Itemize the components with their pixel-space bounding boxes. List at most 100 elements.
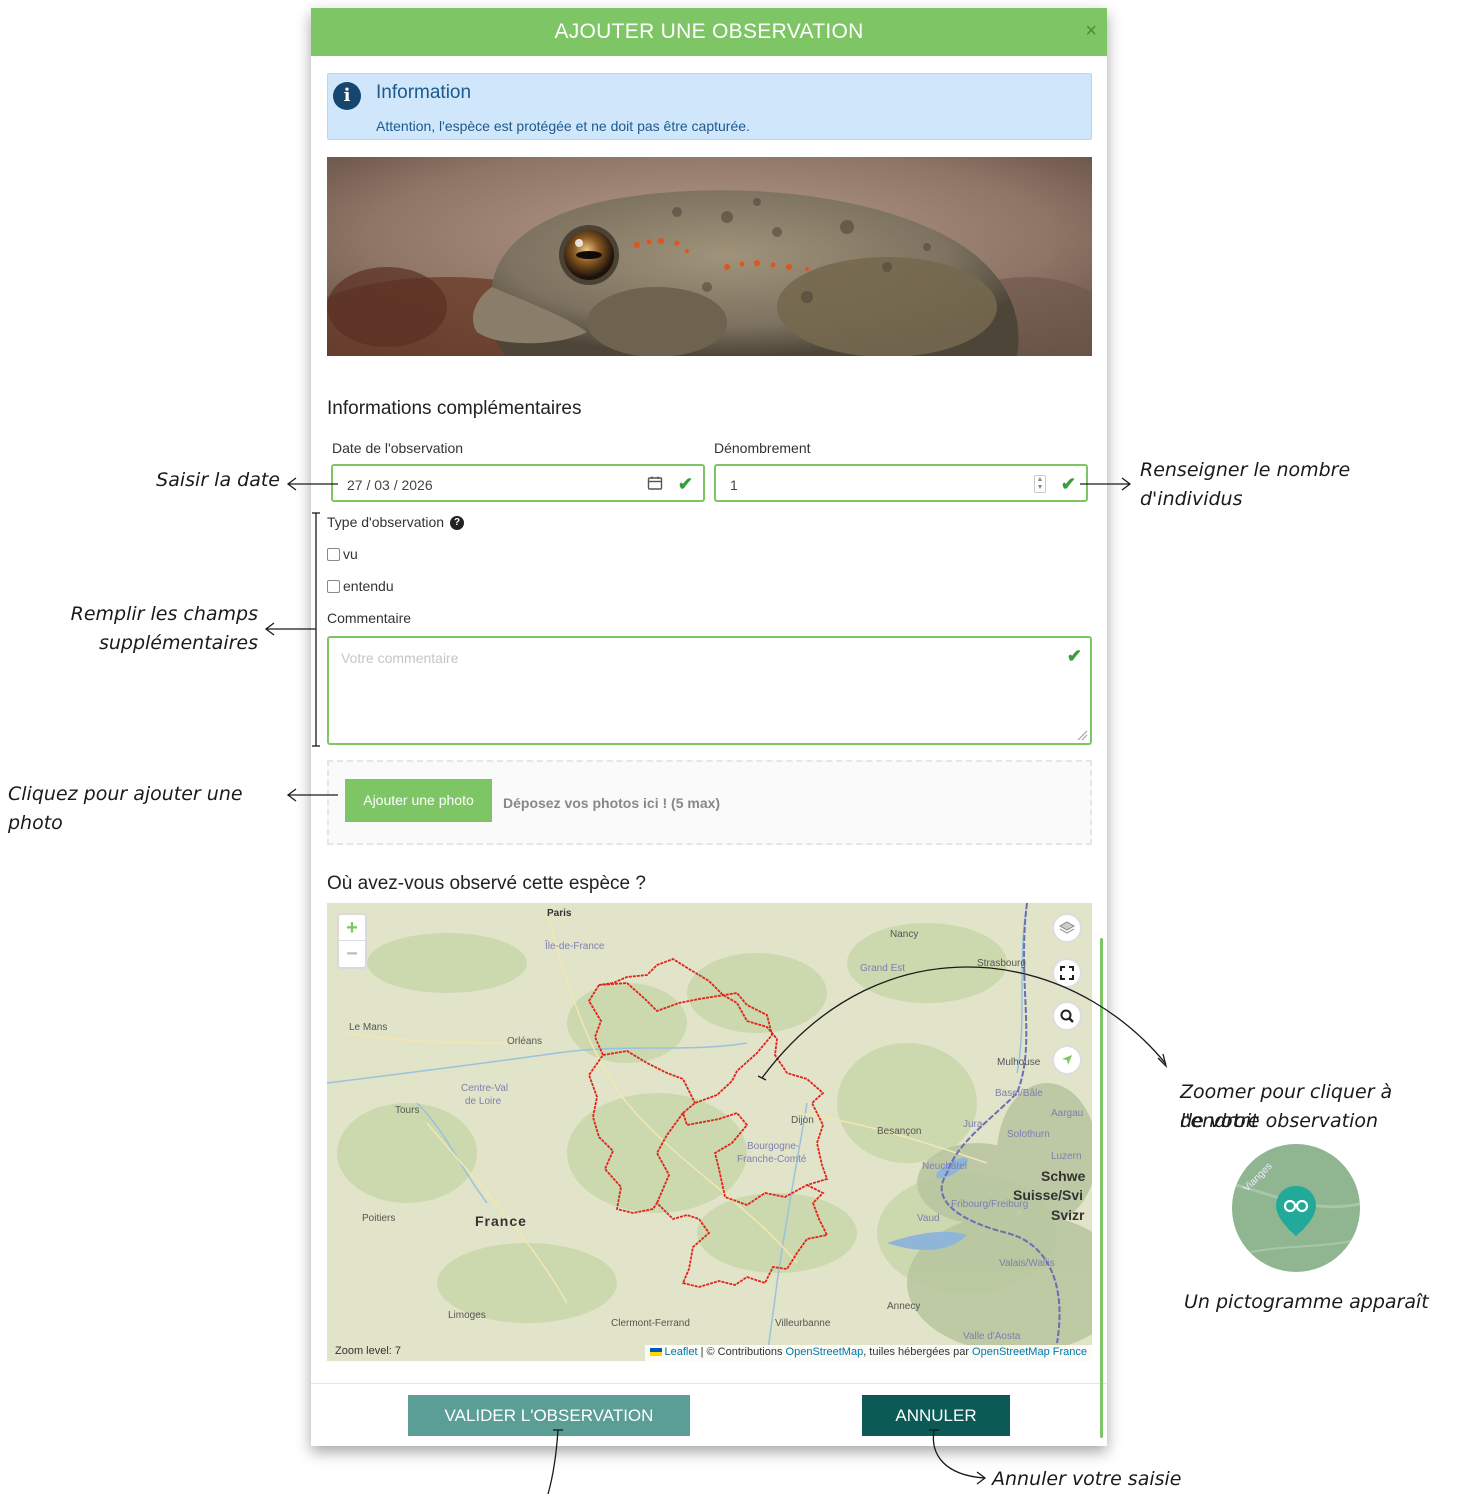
map-label: Centre-Val <box>461 1083 509 1094</box>
map-label: Clermont-Ferrand <box>611 1318 690 1329</box>
map-label: Schwe <box>1041 1168 1086 1184</box>
dropzone-text: Déposez vos photos ici ! (5 max) <box>503 795 721 811</box>
fullscreen-icon[interactable] <box>1052 958 1082 988</box>
map-section-title: Où avez-vous observé cette espèce ? <box>327 873 646 894</box>
map-label: Bourgogne- <box>747 1141 800 1152</box>
annotation-pictogram: Un pictogramme apparaît <box>1184 1291 1429 1313</box>
checkbox-box[interactable] <box>327 579 340 593</box>
map-label: Franche-Comté <box>737 1154 807 1165</box>
map-label: Besançon <box>877 1126 922 1137</box>
map-label: Fribourg/Freiburg <box>951 1199 1029 1210</box>
question-circle-icon[interactable]: ? <box>450 516 465 531</box>
map-label: Vaud <box>917 1213 940 1224</box>
map-label: France <box>475 1213 527 1229</box>
map-label: Valle d'Aosta <box>963 1331 1021 1342</box>
search-icon[interactable] <box>1052 1001 1082 1031</box>
check-icon: ✔ <box>677 474 693 494</box>
attribution-text: | © Contributions <box>697 1346 786 1358</box>
annotation-extra-2: supplémentaires <box>98 632 258 654</box>
close-button[interactable]: × <box>1085 20 1097 43</box>
comment-placeholder: Votre commentaire <box>341 650 459 666</box>
info-text: Attention, l'espèce est protégée et ne d… <box>376 118 750 134</box>
map-label: Orléans <box>507 1036 543 1047</box>
count-value: 1 <box>730 477 738 493</box>
map-label: Limoges <box>448 1310 486 1321</box>
map-label: Tours <box>395 1105 420 1116</box>
calendar-icon[interactable] <box>647 475 663 496</box>
map-label: Le Mans <box>349 1022 388 1033</box>
section-title-extra-info: Informations complémentaires <box>327 398 582 419</box>
validate-observation-button[interactable]: VALIDER L'OBSERVATION <box>408 1395 690 1436</box>
map-label: Svizr <box>1051 1207 1085 1223</box>
comment-textarea[interactable]: Votre commentaire ✔ <box>327 636 1092 745</box>
date-label: Date de l'observation <box>332 440 464 456</box>
zoom-control: + − <box>337 913 367 969</box>
zoom-out-button[interactable]: − <box>339 941 365 967</box>
zoom-level-text: Zoom level: 7 <box>335 1345 402 1357</box>
observation-type-label: Type d'observation? <box>327 514 465 531</box>
map-label: Valais/Wallis <box>999 1258 1055 1269</box>
map-label: Basel/Bâle <box>995 1088 1043 1099</box>
map-label: Luzern <box>1051 1151 1082 1162</box>
ukraine-flag-icon <box>649 1348 662 1357</box>
annotation-count-1: Renseigner le nombre <box>1140 459 1351 481</box>
map-label: Île-de-France <box>545 941 605 952</box>
locate-arrow-icon[interactable] <box>1052 1045 1082 1075</box>
checkbox-vu[interactable]: vu <box>327 546 358 562</box>
map-label: Strasbourg <box>977 958 1026 969</box>
annotation-extra-1: Remplir les champs <box>70 603 258 625</box>
add-observation-modal: AJOUTER UNE OBSERVATION × i Information … <box>311 8 1107 1446</box>
map-label: Paris <box>547 908 572 919</box>
map-label: Villeurbanne <box>775 1318 831 1329</box>
map-label: Annecy <box>887 1301 921 1312</box>
photo-dropzone[interactable]: Ajouter une photo Déposez vos photos ici… <box>327 760 1092 845</box>
count-input[interactable]: 1 ▲ ▼ ✔ <box>714 464 1088 502</box>
modal-title: AJOUTER UNE OBSERVATION <box>554 20 864 43</box>
cancel-button[interactable]: ANNULER <box>862 1395 1010 1436</box>
count-label: Dénombrement <box>714 440 811 456</box>
map-label: Dijon <box>791 1115 814 1126</box>
attribution-text: , tuiles hébergées par <box>863 1346 973 1358</box>
map-label: de Loire <box>465 1096 502 1107</box>
resize-handle-icon[interactable] <box>1076 729 1088 741</box>
layers-icon[interactable] <box>1052 913 1082 943</box>
date-input[interactable]: 27 / 03 / 2026 ✔ <box>331 464 705 502</box>
zoom-in-button[interactable]: + <box>339 915 365 941</box>
date-value: 27 / 03 / 2026 <box>347 477 433 493</box>
map-label: Solothurn <box>1007 1129 1050 1140</box>
map-label: Jura <box>963 1119 983 1130</box>
info-alert: i Information Attention, l'espèce est pr… <box>327 73 1092 140</box>
comment-label: Commentaire <box>327 610 412 626</box>
footer-divider <box>311 1383 1107 1384</box>
map-label: Nancy <box>890 929 919 940</box>
check-icon: ✔ <box>1066 646 1082 666</box>
map-attribution: Leaflet | © Contributions OpenStreetMap,… <box>644 1345 1092 1361</box>
annotation-count-2: d'individus <box>1140 488 1243 510</box>
pictogram-preview: Vianges <box>1232 1144 1360 1272</box>
stepper-icon[interactable]: ▲ ▼ <box>1034 475 1046 493</box>
map-label: Mulhouse <box>997 1057 1041 1068</box>
annotation-cancel: Annuler votre saisie <box>992 1468 1182 1490</box>
annotation-zoom-2: de votre observation <box>1180 1110 1379 1132</box>
annotation-date: Saisir la date <box>156 469 280 491</box>
map-label: Grand Est <box>860 963 906 974</box>
map-label: Poitiers <box>362 1213 396 1224</box>
info-circle-icon: i <box>333 82 361 110</box>
annotation-photo: Cliquez pour ajouter une photo <box>8 783 243 834</box>
checkbox-label: entendu <box>343 578 394 594</box>
species-photo <box>327 157 1092 356</box>
leaflet-link[interactable]: Leaflet <box>665 1346 698 1358</box>
map-label: Aargau <box>1051 1108 1084 1119</box>
osm-france-link[interactable]: OpenStreetMap France <box>972 1346 1087 1358</box>
checkbox-box[interactable] <box>327 547 340 561</box>
check-icon: ✔ <box>1060 474 1076 494</box>
add-photo-button[interactable]: Ajouter une photo <box>345 779 492 822</box>
observation-map[interactable]: Paris Île-de-France Nancy Grand Est Stra… <box>327 903 1092 1361</box>
map-label: Neuchâtel <box>922 1161 968 1172</box>
checkbox-entendu[interactable]: entendu <box>327 578 394 594</box>
modal-header: AJOUTER UNE OBSERVATION × <box>311 8 1107 56</box>
info-title: Information <box>376 82 472 103</box>
osm-link[interactable]: OpenStreetMap <box>786 1346 864 1358</box>
scrollbar[interactable] <box>1100 938 1103 1438</box>
checkbox-label: vu <box>343 546 358 562</box>
